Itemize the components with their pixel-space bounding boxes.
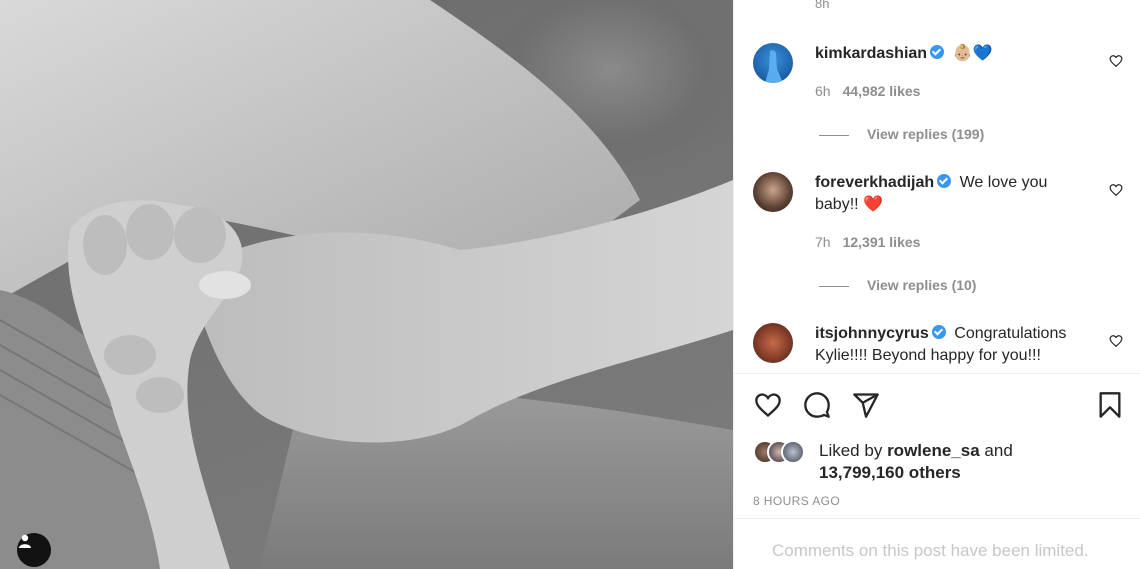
comment-username[interactable]: kimkardashian (815, 45, 927, 62)
liked-avatars (753, 440, 823, 464)
comment-username[interactable]: itsjohnnycyrus (815, 325, 929, 342)
comment-icon[interactable] (803, 391, 831, 419)
liked-by-prefix: Liked by (819, 441, 883, 460)
view-replies-label: View replies (199) (867, 126, 985, 142)
liked-by-section[interactable]: Liked by rowlene_sa and 13,799,160 other… (753, 438, 1133, 486)
comment-username[interactable]: foreverkhadijah (815, 174, 934, 191)
comment-content: 👶🏼💙 (952, 45, 993, 62)
post-side-panel: 8h kimkardashian 👶🏼💙 6h 44,982 likes View… (733, 0, 1140, 569)
comments-list[interactable]: 8h kimkardashian 👶🏼💙 6h 44,982 likes View… (734, 0, 1140, 373)
liked-by-user[interactable]: rowlene_sa (887, 441, 980, 460)
send-icon[interactable] (852, 391, 880, 419)
heart-icon[interactable] (754, 391, 782, 419)
post-photo[interactable] (0, 0, 733, 569)
comment-text: kimkardashian 👶🏼💙 (815, 43, 1095, 65)
liked-by-others[interactable]: 13,799,160 others (819, 463, 961, 482)
avatar[interactable] (753, 43, 793, 83)
user-tag-icon[interactable] (17, 533, 51, 567)
view-replies-label: View replies (10) (867, 277, 977, 293)
view-replies-button[interactable]: View replies (10) (819, 277, 976, 293)
verified-badge-icon (937, 174, 952, 188)
comment-text: foreverkhadijah We love you baby!! ❤️ (815, 172, 1095, 216)
comment-like-icon[interactable] (1109, 334, 1123, 348)
post-actions (734, 373, 1140, 437)
avatar[interactable] (753, 172, 793, 212)
comments-limited-notice: Comments on this post have been limited. (734, 518, 1140, 569)
verified-badge-icon (930, 45, 945, 59)
avatar[interactable] (753, 323, 793, 363)
verified-badge-icon (931, 325, 946, 339)
comment-like-icon[interactable] (1109, 54, 1123, 68)
replies-line (819, 285, 849, 287)
replies-line (819, 134, 849, 136)
comment-like-icon[interactable] (1109, 183, 1123, 197)
photo-baby-hands (0, 0, 733, 569)
bookmark-icon[interactable] (1096, 391, 1124, 419)
comment-meta: 6h 44,982 likes (815, 83, 920, 99)
comments-limited-text: Comments on this post have been limited. (772, 541, 1089, 560)
comment-likes[interactable]: 44,982 likes (843, 83, 921, 99)
comment-likes[interactable]: 12,391 likes (843, 234, 921, 250)
avatar (781, 440, 805, 464)
comment-meta: 7h 12,391 likes (815, 234, 920, 250)
comment-time: 7h (815, 234, 831, 250)
liked-by-text: Liked by rowlene_sa and 13,799,160 other… (819, 440, 1013, 484)
comment-time: 6h (815, 83, 831, 99)
liked-by-conj: and (984, 441, 1013, 460)
post-timestamp[interactable]: 8 HOURS AGO (753, 494, 840, 508)
caption-time: 8h (815, 0, 830, 11)
view-replies-button[interactable]: View replies (199) (819, 126, 984, 142)
comment-text: itsjohnnycyrus Congratulations Kylie!!!!… (815, 323, 1095, 367)
